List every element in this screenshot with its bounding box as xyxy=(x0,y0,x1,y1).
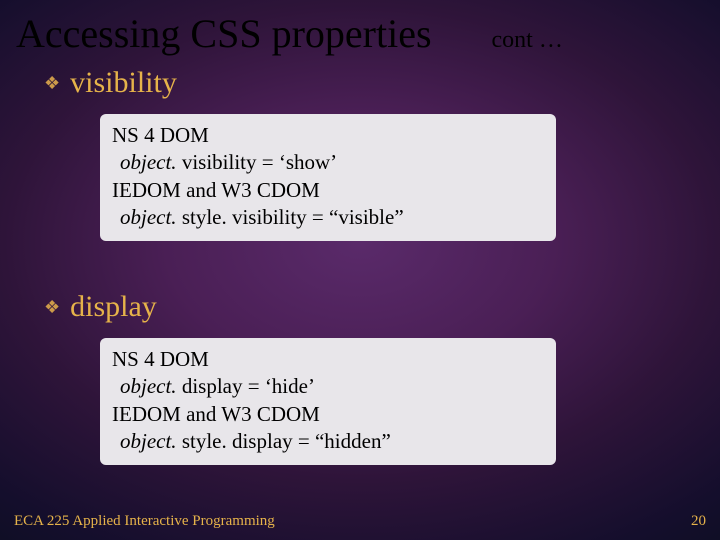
bullet-display: ❖ display xyxy=(44,290,157,324)
code-object: object. xyxy=(120,150,177,174)
footer-page-number: 20 xyxy=(691,513,706,530)
code-rest: style. visibility = “visible” xyxy=(177,205,404,229)
code-object: object. xyxy=(120,205,177,229)
code-line: object. style. visibility = “visible” xyxy=(112,204,544,231)
code-line: object. display = ‘hide’ xyxy=(112,373,544,400)
code-line: object. visibility = ‘show’ xyxy=(112,149,544,176)
code-object: object. xyxy=(120,374,177,398)
code-line: NS 4 DOM xyxy=(112,346,544,373)
code-box-visibility: NS 4 DOM object. visibility = ‘show’ IED… xyxy=(100,114,556,241)
code-box-display: NS 4 DOM object. display = ‘hide’ IEDOM … xyxy=(100,338,556,465)
slide-title: Accessing CSS properties xyxy=(16,10,432,57)
slide: Accessing CSS properties cont … ❖ visibi… xyxy=(0,0,720,540)
code-rest: display = ‘hide’ xyxy=(177,374,315,398)
title-row: Accessing CSS properties cont … xyxy=(16,10,704,57)
code-line: NS 4 DOM xyxy=(112,122,544,149)
code-rest: style. display = “hidden” xyxy=(177,429,391,453)
bullet-label: display xyxy=(70,290,157,324)
bullet-visibility: ❖ visibility xyxy=(44,66,177,100)
code-object: object. xyxy=(120,429,177,453)
footer: ECA 225 Applied Interactive Programming … xyxy=(14,513,706,530)
code-rest: visibility = ‘show’ xyxy=(177,150,338,174)
diamond-icon: ❖ xyxy=(44,74,60,92)
code-line: IEDOM and W3 CDOM xyxy=(112,177,544,204)
code-line: IEDOM and W3 CDOM xyxy=(112,401,544,428)
diamond-icon: ❖ xyxy=(44,298,60,316)
slide-continuation: cont … xyxy=(492,27,563,54)
bullet-label: visibility xyxy=(70,66,177,100)
code-line: object. style. display = “hidden” xyxy=(112,428,544,455)
footer-course: ECA 225 Applied Interactive Programming xyxy=(14,513,275,530)
